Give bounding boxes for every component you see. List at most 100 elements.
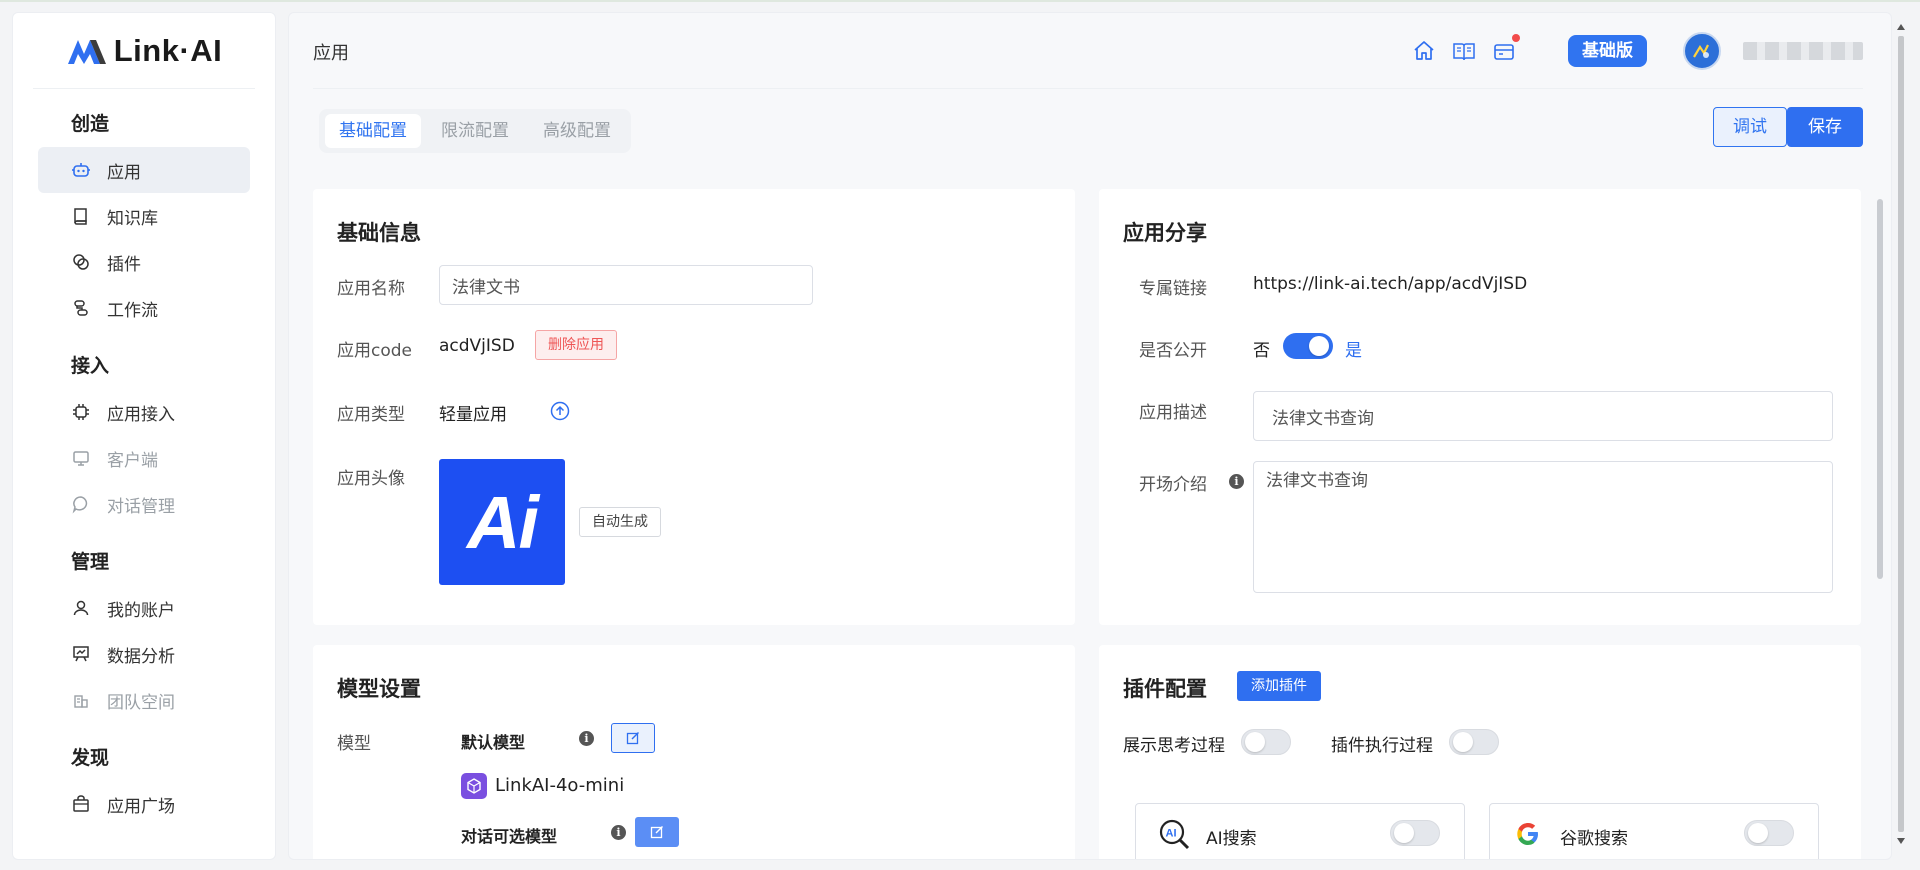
share-link-label: 专属链接 xyxy=(1139,279,1207,299)
save-button[interactable]: 保存 xyxy=(1787,107,1863,147)
sidebar-item-app-access[interactable]: 应用接入 xyxy=(38,389,250,435)
window-scrollbar[interactable] xyxy=(1896,22,1906,846)
logo-text: Link·AI xyxy=(113,32,223,68)
sidebar-item-label: 应用接入 xyxy=(107,404,175,425)
section-title-manage: 管理 xyxy=(71,551,110,573)
notification-card-icon[interactable] xyxy=(1492,34,1520,63)
app-name-label: 应用名称 xyxy=(337,279,405,299)
sidebar-item-team-space[interactable]: 团队空间 xyxy=(38,677,250,723)
user-icon xyxy=(71,598,91,618)
upgrade-arrow-icon[interactable] xyxy=(550,401,570,421)
sidebar-item-label: 工作流 xyxy=(107,300,158,321)
sidebar-item-chat-management[interactable]: 对话管理 xyxy=(38,481,250,527)
tab-rate-limit-config[interactable]: 限流配置 xyxy=(427,114,523,148)
plugin-card-ai-search[interactable]: AI AI搜索 xyxy=(1135,803,1465,859)
plan-badge[interactable]: 基础版 xyxy=(1568,35,1647,67)
app-desc-input[interactable]: 法律文书查询 xyxy=(1253,391,1833,441)
section-title-create: 创造 xyxy=(71,113,110,135)
basic-info-title: 基础信息 xyxy=(337,221,421,245)
opening-intro-label: 开场介绍 xyxy=(1139,475,1207,495)
sidebar-item-workflow[interactable]: 工作流 xyxy=(38,285,250,331)
share-link-value[interactable]: https://link-ai.tech/app/acdVjISD xyxy=(1253,274,1527,294)
docs-book-icon[interactable] xyxy=(1452,39,1476,63)
plugin-google-search-toggle[interactable] xyxy=(1744,820,1794,846)
sidebar-item-analytics[interactable]: 数据分析 xyxy=(38,631,250,677)
is-public-no: 否 xyxy=(1253,341,1270,361)
info-icon[interactable]: i xyxy=(1229,474,1244,489)
google-icon xyxy=(1517,823,1538,845)
sidebar-item-label: 我的账户 xyxy=(107,600,175,621)
header-actions: 基础版 xyxy=(1412,29,1863,73)
edit-optional-models-button[interactable] xyxy=(635,817,679,847)
chart-icon xyxy=(71,644,91,664)
tab-basic-config[interactable]: 基础配置 xyxy=(325,114,421,148)
info-icon[interactable]: i xyxy=(579,731,594,746)
app-name-input[interactable]: 法律文书 xyxy=(439,265,813,305)
edit-default-model-button[interactable] xyxy=(611,723,655,753)
sidebar-item-label: 应用广场 xyxy=(107,796,175,817)
link-ai-logo-icon xyxy=(67,39,106,64)
sidebar-item-label: 插件 xyxy=(107,254,141,275)
sidebar-item-label: 团队空间 xyxy=(107,692,175,713)
add-plugin-button[interactable]: 添加插件 xyxy=(1237,671,1321,701)
plugin-ai-search-toggle[interactable] xyxy=(1390,820,1440,846)
ai-search-icon: AI xyxy=(1159,819,1190,850)
opening-intro-textarea[interactable]: 法律文书查询 xyxy=(1253,461,1833,593)
toggle-knob xyxy=(1309,336,1329,356)
app-share-card: 应用分享 专属链接 https://link-ai.tech/app/acdVj… xyxy=(1099,189,1861,625)
building-icon xyxy=(71,690,91,710)
home-icon[interactable] xyxy=(1412,39,1436,63)
auto-generate-button[interactable]: 自动生成 xyxy=(579,507,661,537)
show-thinking-toggle[interactable] xyxy=(1241,729,1291,755)
delete-app-button[interactable]: 删除应用 xyxy=(535,330,617,360)
content-scrollbar[interactable] xyxy=(1877,199,1883,579)
header: 应用 基础版 xyxy=(313,13,1863,89)
tab-advanced-config[interactable]: 高级配置 xyxy=(529,114,625,148)
app-type-value: 轻量应用 xyxy=(439,405,507,425)
show-exec-label: 插件执行过程 xyxy=(1331,736,1433,756)
user-name-redacted[interactable] xyxy=(1743,42,1863,60)
app-desc-label: 应用描述 xyxy=(1139,403,1207,423)
toggle-knob xyxy=(1453,732,1473,752)
plugin-config-title: 插件配置 xyxy=(1123,677,1207,701)
sidebar-item-knowledge[interactable]: 知识库 xyxy=(38,193,250,239)
edit-icon xyxy=(626,732,639,745)
sidebar-item-label: 对话管理 xyxy=(107,496,175,517)
plugin-config-card: 插件配置 添加插件 展示思考过程 插件执行过程 AI AI搜索 谷歌搜索 xyxy=(1099,645,1861,859)
section-title-discover: 发现 xyxy=(71,747,110,769)
model-settings-title: 模型设置 xyxy=(337,677,421,701)
store-icon xyxy=(71,794,91,814)
optional-models-label: 对话可选模型 xyxy=(461,827,558,846)
sidebar-item-app-store[interactable]: 应用广场 xyxy=(38,781,250,827)
app-avatar-image[interactable]: Ai xyxy=(439,459,565,585)
avatar[interactable] xyxy=(1683,32,1721,70)
svg-text:AI: AI xyxy=(1166,828,1177,840)
model-settings-card: 模型设置 模型 默认模型 i LinkAI-4o-mini 对话可选模型 i xyxy=(313,645,1075,859)
sidebar-item-account[interactable]: 我的账户 xyxy=(38,585,250,631)
book-icon xyxy=(71,206,91,226)
sidebar: Link·AI 创造 应用 知识库 插件 工作流 接入 应用接入 客户端 对话管… xyxy=(12,12,276,860)
app-code-value: acdVjISD xyxy=(439,336,515,356)
plugin-name: AI搜索 xyxy=(1206,829,1257,849)
edit-icon xyxy=(650,826,663,839)
sidebar-item-plugins[interactable]: 插件 xyxy=(38,239,250,285)
plugin-name: 谷歌搜索 xyxy=(1560,829,1628,849)
debug-button[interactable]: 调试 xyxy=(1713,107,1787,147)
page-title: 应用 xyxy=(313,43,349,64)
brand-logo[interactable]: Link·AI xyxy=(33,13,255,89)
info-icon[interactable]: i xyxy=(611,825,626,840)
plugin-card-google-search[interactable]: 谷歌搜索 xyxy=(1489,803,1819,859)
toggle-knob xyxy=(1245,732,1265,752)
toggle-knob xyxy=(1748,823,1768,843)
is-public-label: 是否公开 xyxy=(1139,341,1207,361)
default-model-name: LinkAI-4o-mini xyxy=(495,775,625,796)
sidebar-item-apps[interactable]: 应用 xyxy=(38,147,250,193)
public-toggle[interactable] xyxy=(1283,333,1333,359)
sidebar-item-label: 数据分析 xyxy=(107,646,175,667)
sidebar-item-label: 客户端 xyxy=(107,450,158,471)
app-share-title: 应用分享 xyxy=(1123,221,1207,245)
show-exec-toggle[interactable] xyxy=(1449,729,1499,755)
window-top-line xyxy=(0,0,1920,2)
sidebar-item-client[interactable]: 客户端 xyxy=(38,435,250,481)
basic-info-card: 基础信息 应用名称 法律文书 应用code acdVjISD 删除应用 应用类型… xyxy=(313,189,1075,625)
